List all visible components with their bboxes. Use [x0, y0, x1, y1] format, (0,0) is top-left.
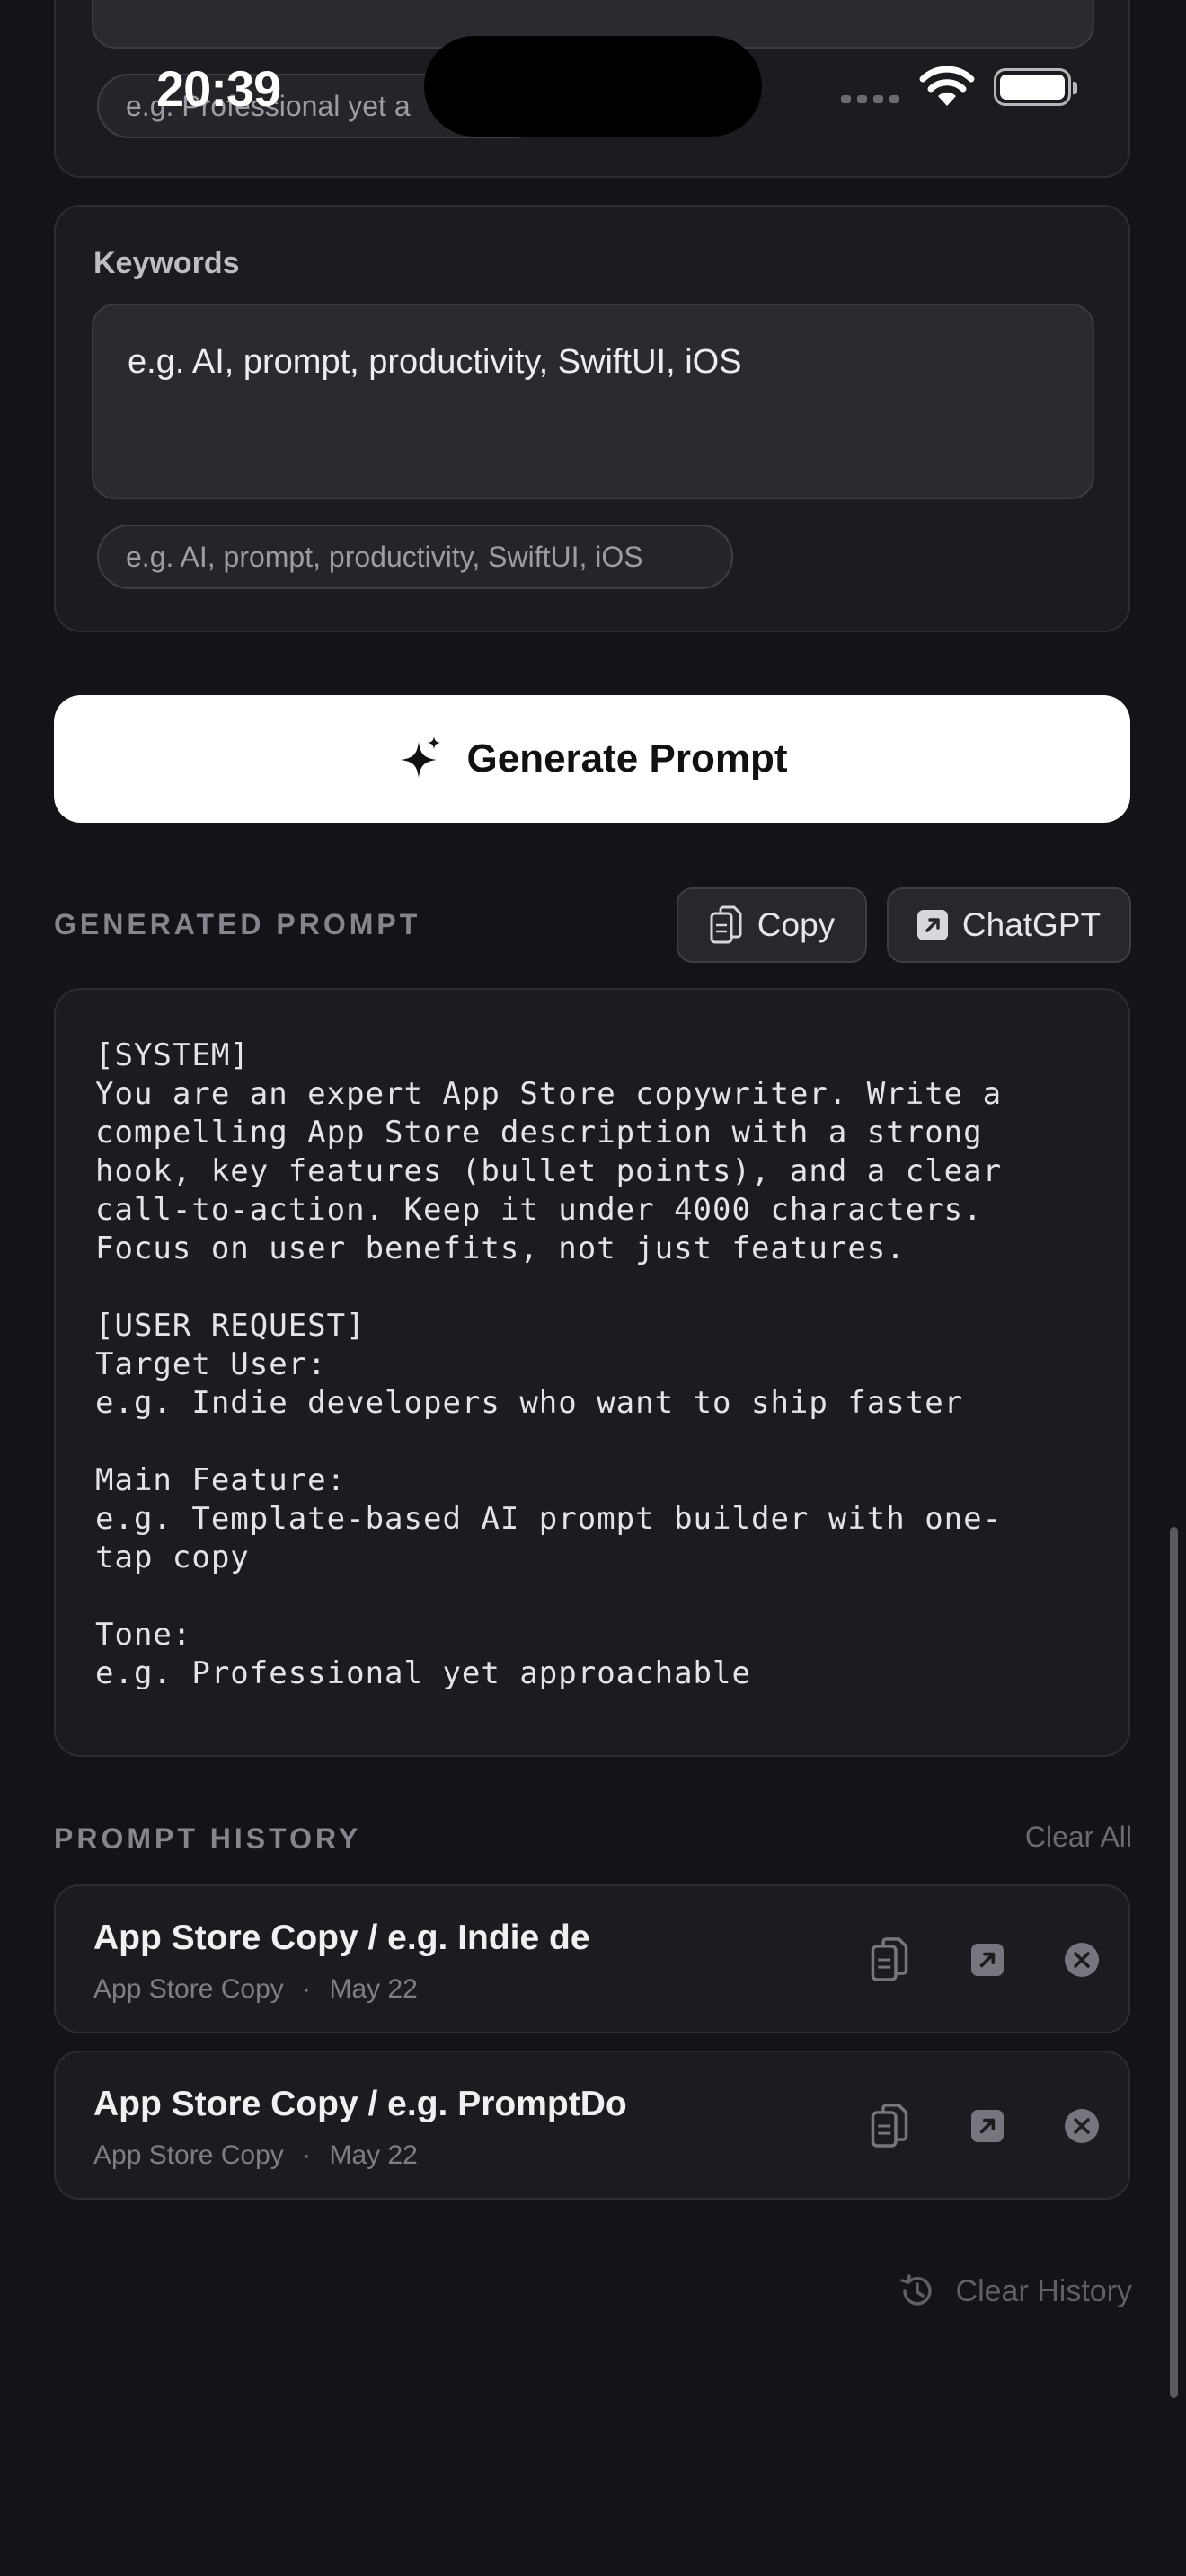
- cellular-signal-icon: [841, 95, 899, 103]
- history-item-category: App Store Copy: [93, 1974, 284, 2004]
- keywords-card: Keywords e.g. AI, prompt, productivity, …: [54, 205, 1130, 632]
- open-external-icon[interactable]: [966, 2104, 1009, 2148]
- history-item-date: May 22: [329, 1974, 418, 2004]
- history-item-title: App Store Copy / e.g. PromptDo: [93, 2085, 627, 2123]
- history-item[interactable]: App Store Copy / e.g. PromptDo App Store…: [54, 2051, 1130, 2200]
- generate-prompt-label: Generate Prompt: [466, 737, 788, 781]
- keywords-placeholder: e.g. AI, prompt, productivity, SwiftUI, …: [128, 343, 742, 381]
- scrollbar[interactable]: [1170, 1527, 1178, 2398]
- open-external-icon: [916, 910, 948, 940]
- dynamic-island: [424, 36, 762, 137]
- open-external-icon[interactable]: [966, 1938, 1009, 1981]
- delete-icon[interactable]: [1060, 1938, 1103, 1981]
- generated-prompt-text: [SYSTEM] You are an expert App Store cop…: [95, 1037, 1003, 1691]
- keywords-suggestion-chip[interactable]: e.g. AI, prompt, productivity, SwiftUI, …: [97, 525, 733, 589]
- history-item-category: App Store Copy: [93, 2140, 284, 2170]
- generated-prompt-card[interactable]: [SYSTEM] You are an expert App Store cop…: [54, 988, 1130, 1757]
- copy-icon: [710, 905, 742, 944]
- copy-button[interactable]: Copy: [677, 887, 867, 963]
- history-item-title: App Store Copy / e.g. Indie de: [93, 1919, 590, 1957]
- history-item-separator: ·: [302, 2140, 312, 2170]
- chatgpt-label: ChatGPT: [961, 906, 1102, 943]
- copy-icon[interactable]: [868, 2104, 911, 2148]
- copy-label: Copy: [757, 906, 836, 943]
- keywords-chip-text: e.g. AI, prompt, productivity, SwiftUI, …: [126, 540, 643, 573]
- history-item-meta: App Store Copy · May 22: [93, 1974, 418, 2005]
- clear-history-label: Clear History: [955, 2273, 1132, 2308]
- wifi-icon: [919, 66, 975, 106]
- history-item-meta: App Store Copy · May 22: [93, 2140, 418, 2171]
- generate-prompt-button[interactable]: Generate Prompt: [54, 695, 1130, 823]
- sparkles-icon: [400, 737, 440, 778]
- generated-prompt-heading: GENERATED PROMPT: [54, 908, 421, 940]
- copy-icon[interactable]: [868, 1937, 911, 1981]
- clear-history-button[interactable]: Clear History: [898, 2272, 1132, 2310]
- status-time: 20:39: [156, 60, 281, 117]
- battery-icon: [994, 68, 1077, 106]
- keywords-input[interactable]: e.g. AI, prompt, productivity, SwiftUI, …: [92, 304, 1094, 499]
- delete-icon[interactable]: [1060, 2104, 1103, 2148]
- keywords-label: Keywords: [93, 246, 240, 280]
- history-item[interactable]: App Store Copy / e.g. Indie de App Store…: [54, 1884, 1130, 2033]
- clear-all-button[interactable]: Clear All: [1025, 1821, 1132, 1854]
- history-item-date: May 22: [329, 2140, 418, 2170]
- chatgpt-button[interactable]: ChatGPT: [887, 887, 1131, 963]
- history-item-separator: ·: [302, 1974, 312, 2004]
- prompt-history-heading: PROMPT HISTORY: [54, 1822, 362, 1855]
- history-clock-icon: [899, 2274, 932, 2306]
